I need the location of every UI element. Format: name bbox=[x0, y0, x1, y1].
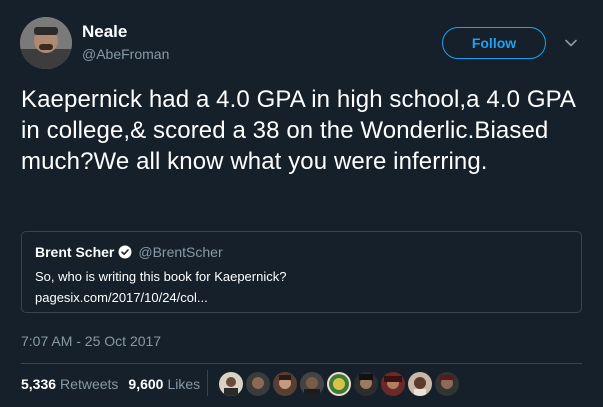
tweet-text: Kaepernick had a 4.0 GPA in high school,… bbox=[21, 86, 575, 175]
liker-avatar[interactable] bbox=[300, 372, 324, 396]
likes-label[interactable]: Likes bbox=[167, 376, 200, 392]
quoted-author-name[interactable]: Brent Scher bbox=[35, 244, 114, 260]
follow-button[interactable]: Follow bbox=[442, 27, 546, 59]
liker-avatar[interactable] bbox=[246, 372, 270, 396]
stats-separator bbox=[207, 370, 208, 396]
tweet-timestamp[interactable]: 7:07 AM - 25 Oct 2017 bbox=[21, 333, 161, 349]
user-handle[interactable]: @AbeFroman bbox=[82, 46, 169, 62]
liker-avatar[interactable] bbox=[354, 372, 378, 396]
quoted-link[interactable]: pagesix.com/2017/10/24/col... bbox=[35, 290, 208, 305]
quoted-author-handle[interactable]: @BrentScher bbox=[138, 244, 222, 260]
liker-avatar[interactable] bbox=[219, 372, 243, 396]
liker-avatar[interactable] bbox=[408, 372, 432, 396]
likes-count[interactable]: 9,600 bbox=[128, 376, 163, 392]
quoted-text: So, who is writing this book for Kaepern… bbox=[35, 269, 287, 284]
chevron-down-icon[interactable] bbox=[564, 36, 578, 50]
quoted-tweet[interactable]: Brent Scher @BrentScher So, who is writi… bbox=[21, 231, 582, 313]
retweets-count[interactable]: 5,336 bbox=[21, 376, 56, 392]
avatar[interactable] bbox=[20, 17, 72, 69]
liker-avatar[interactable] bbox=[273, 372, 297, 396]
retweets-label[interactable]: Retweets bbox=[60, 376, 118, 392]
liker-avatar[interactable] bbox=[327, 372, 351, 396]
engagement-stats: 5,336 Retweets 9,600 Likes bbox=[21, 376, 200, 392]
quoted-header: Brent Scher @BrentScher bbox=[35, 244, 223, 260]
divider bbox=[21, 363, 582, 364]
liker-avatars bbox=[219, 372, 459, 396]
liker-avatar[interactable] bbox=[435, 372, 459, 396]
display-name[interactable]: Neale bbox=[82, 22, 127, 42]
verified-badge-icon bbox=[118, 245, 132, 259]
liker-avatar[interactable] bbox=[381, 372, 405, 396]
